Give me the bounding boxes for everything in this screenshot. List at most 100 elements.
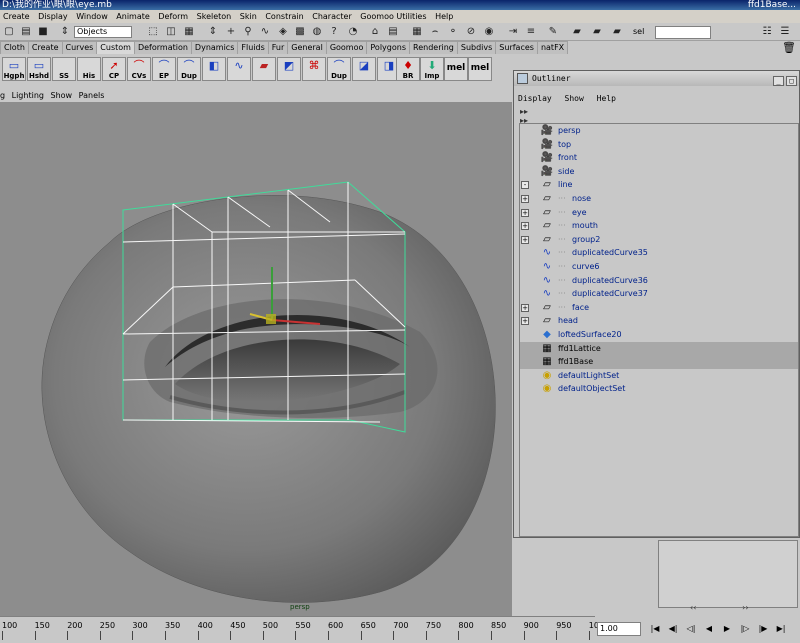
shelf-button-surface-c[interactable]: ▰ [252,57,276,81]
snap-point-icon[interactable]: ⚬ [446,25,460,39]
play-forwards-icon[interactable]: ▶ [720,622,734,636]
outliner-item[interactable]: ∿ duplicatedCurve36 ··· [520,274,798,288]
menu-animate[interactable]: Animate [113,10,153,23]
select-curves-icon[interactable]: ∿ [258,25,272,39]
outliner-item[interactable]: ∿ duplicatedCurve37 ··· [520,287,798,301]
collapse-icon[interactable]: - [521,181,529,190]
shelf-tab-fluids[interactable]: Fluids [237,41,269,54]
outliner-menu-show[interactable]: Show [561,94,588,103]
menu-constrain[interactable]: Constrain [262,10,306,23]
step-forward-key-icon[interactable]: |▶ [756,622,770,636]
shelf-button-surface-a[interactable]: ◧ [202,57,226,81]
outliner-item[interactable]: + ▱ mouth ··· [520,219,798,233]
expand-icon[interactable]: + [521,235,529,244]
input-output-icon[interactable]: ⇥ [506,25,520,39]
shelf-tab-cloth[interactable]: Cloth [0,41,29,54]
outliner-item[interactable]: 🎥 top [520,138,798,152]
shelf-tab-dynamics[interactable]: Dynamics [190,41,239,54]
channel-box-toggle-icon[interactable]: ☷ [760,25,774,39]
shelf-button-ss[interactable]: SS [52,57,76,81]
layer-editor[interactable] [658,540,798,608]
outliner-item[interactable]: ▦ ffd1Base [520,355,798,369]
ipr-render-icon[interactable]: ▰ [590,25,604,39]
maximize-icon[interactable]: □ [786,76,797,86]
outliner-item[interactable]: ▦ ffd1Lattice [520,341,798,356]
trash-icon[interactable]: 🗑 [782,41,796,54]
step-forward-frame-icon[interactable]: |▷ [738,622,752,636]
menu-deform[interactable]: Deform [155,10,191,23]
scroll-arrows-icon[interactable]: ‹‹ ›› [690,603,749,612]
expand-icon[interactable]: + [521,303,529,312]
menu-create[interactable]: Create [0,10,33,23]
shelf-tab-deformation[interactable]: Deformation [133,41,192,54]
outliner-item[interactable]: 🎥 persp [520,124,798,138]
lock-selection-icon[interactable]: ⌂ [368,25,382,39]
outliner-item[interactable]: + ▱ group2 ··· [520,233,798,247]
panel-menu-cut[interactable]: g [0,91,9,100]
shelf-button-imp[interactable]: ⬇ Imp [420,57,444,81]
outliner-item[interactable]: ∿ duplicatedCurve35 ··· [520,246,798,260]
current-time-field[interactable]: 1.00 [597,622,641,636]
outliner-list[interactable]: 🎥 persp 🎥 top 🎥 front 🎥 side - ▱ line + ▱ nose ··· + ▱ ey… [519,123,799,537]
new-scene-icon[interactable]: ▢ [2,25,16,39]
shelf-button-cp[interactable]: ➚ CP [102,57,126,81]
select-surfaces-icon[interactable]: ◈ [276,25,290,39]
attribute-editor-toggle-icon[interactable]: ☰ [778,25,792,39]
save-scene-icon[interactable]: ■ [36,25,50,39]
menu-window[interactable]: Window [73,10,111,23]
select-handles-icon[interactable]: + [224,25,238,39]
outliner-item[interactable]: 🎥 side [520,165,798,179]
shelf-tab-curves[interactable]: Curves [61,41,98,54]
select-component-icon[interactable]: ▦ [182,25,196,39]
select-deformations-icon[interactable]: ▩ [293,25,307,39]
expand-icon[interactable]: + [521,317,529,326]
history-icon[interactable]: ≡ [524,25,538,39]
go-to-start-icon[interactable]: |◀ [648,622,662,636]
expand-icon[interactable]: + [521,194,529,203]
snap-curve-icon[interactable]: ⌢ [428,25,442,39]
menu-skin[interactable]: Skin [237,10,260,23]
shelf-button-hgph[interactable]: ▭ Hgph [2,57,26,81]
outliner-item[interactable]: 🎥 front [520,151,798,165]
shelf-button-cvs[interactable]: ⌒ CVs [127,57,151,81]
select-dynamics-icon[interactable]: ◍ [310,25,324,39]
outliner-item[interactable]: + ▱ nose ··· [520,192,798,206]
selection-field[interactable] [655,26,711,39]
outliner-item[interactable]: ◉ defaultObjectSet [520,382,798,396]
shelf-button-surface-e[interactable]: ⌘ [302,57,326,81]
shelf-button-his[interactable]: His [77,57,101,81]
outliner-item[interactable]: - ▱ line [520,178,798,192]
outliner-item[interactable]: ◆ loftedSurface20 [520,328,798,342]
shelf-tab-fur[interactable]: Fur [267,41,289,54]
snap-view-plane-icon[interactable]: ⊘ [464,25,478,39]
select-object-icon[interactable]: ◫ [164,25,178,39]
select-hierarchy-icon[interactable]: ⬚ [146,25,160,39]
shelf-tab-goomoo[interactable]: Goomoo [325,41,368,54]
shelf-tab-general[interactable]: General [287,41,327,54]
perspective-viewport[interactable] [0,102,512,616]
menu-help[interactable]: Help [432,10,456,23]
select-rendering-icon[interactable]: ? [327,25,341,39]
menu-character[interactable]: Character [309,10,355,23]
shelf-button-mel-1[interactable]: mel [444,57,468,81]
select-joints-icon[interactable]: ⚲ [241,25,255,39]
make-live-icon[interactable]: ◉ [482,25,496,39]
snap-grid-icon[interactable]: ▦ [410,25,424,39]
go-to-end-icon[interactable]: ▶| [774,622,788,636]
outliner-item[interactable]: + ▱ eye ··· [520,206,798,220]
step-back-frame-icon[interactable]: ◁| [684,622,698,636]
outliner-item[interactable]: ◉ defaultLightSet [520,369,798,383]
menu-display[interactable]: Display [35,10,71,23]
expand-icon[interactable]: + [521,222,529,231]
shelf-button-dup[interactable]: ⌒ Dup [177,57,201,81]
panel-menu-show[interactable]: Show [51,91,77,100]
minimize-icon[interactable]: _ [773,76,784,86]
construction-history-icon[interactable]: ✎ [546,25,560,39]
menu-skeleton[interactable]: Skeleton [194,10,235,23]
shelf-tab-surfaces[interactable]: Surfaces [495,41,538,54]
shelf-button-mel-2[interactable]: mel [468,57,492,81]
outliner-menu-display[interactable]: Display [514,94,556,103]
shelf-tab-create[interactable]: Create [27,41,63,54]
shelf-tab-subdivs[interactable]: Subdivs [456,41,497,54]
step-back-key-icon[interactable]: ◀| [666,622,680,636]
